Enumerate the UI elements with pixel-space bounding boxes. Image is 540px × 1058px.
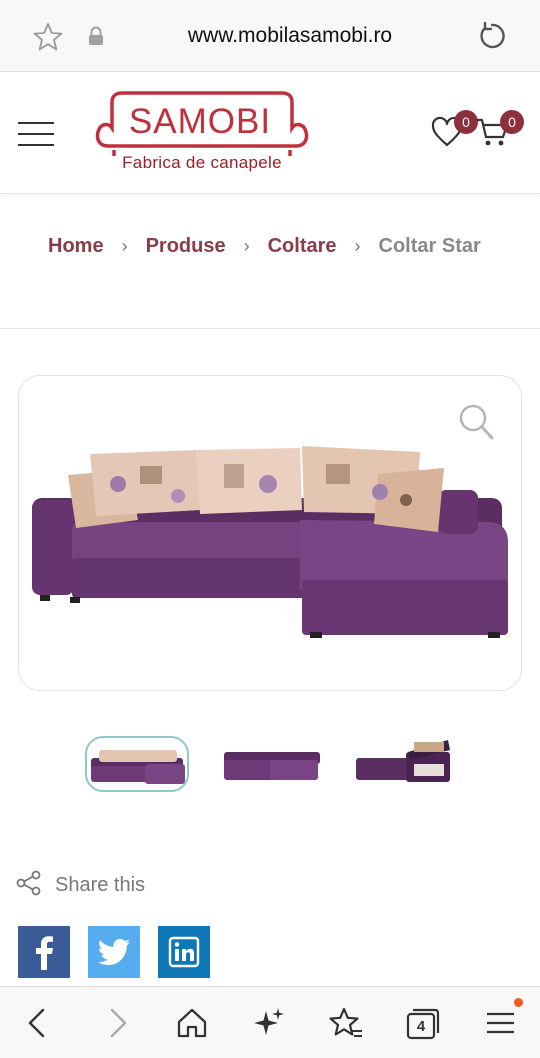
notification-dot bbox=[514, 998, 523, 1007]
breadcrumb-current: Coltar Star bbox=[378, 235, 481, 257]
breadcrumb-separator: › bbox=[243, 236, 250, 256]
linkedin-icon bbox=[168, 936, 200, 968]
browser-toolbar: 4 bbox=[0, 986, 540, 1058]
facebook-share-button[interactable] bbox=[18, 926, 70, 978]
thumbnail-sofa-front[interactable] bbox=[85, 736, 189, 792]
logo-title: SAMOBI bbox=[128, 102, 272, 141]
breadcrumb: Home › Produse › Coltare › Coltar Star bbox=[48, 228, 498, 265]
site-logo[interactable]: SAMOBI Fabrica de canapele bbox=[94, 90, 310, 174]
breadcrumb-coltare[interactable]: Coltare bbox=[268, 235, 337, 257]
twitter-share-button[interactable] bbox=[88, 926, 140, 978]
breadcrumb-separator: › bbox=[354, 236, 361, 256]
menu-icon[interactable] bbox=[483, 1005, 519, 1041]
share-icon[interactable] bbox=[16, 870, 42, 896]
breadcrumb-home[interactable]: Home bbox=[48, 235, 104, 257]
thumbnail-sofa-storage[interactable] bbox=[350, 736, 454, 792]
sparkle-icon[interactable] bbox=[251, 1005, 287, 1041]
tabs-button[interactable]: 4 bbox=[405, 1005, 441, 1041]
lock-icon bbox=[89, 26, 103, 45]
wishlist-count-badge: 0 bbox=[454, 110, 478, 134]
facebook-icon bbox=[36, 936, 53, 970]
share-section: Share this bbox=[16, 866, 316, 902]
product-sofa-image bbox=[32, 446, 508, 638]
search-icon[interactable] bbox=[458, 403, 494, 441]
forward-icon[interactable] bbox=[99, 1005, 135, 1041]
linkedin-share-button[interactable] bbox=[158, 926, 210, 978]
tab-count: 4 bbox=[416, 1018, 426, 1035]
breadcrumb-produse[interactable]: Produse bbox=[146, 235, 226, 257]
url-text[interactable]: www.mobilasamobi.ro bbox=[120, 24, 460, 48]
breadcrumb-separator: › bbox=[121, 236, 128, 256]
site-header: SAMOBI Fabrica de canapele 0 0 bbox=[0, 72, 540, 194]
back-icon[interactable] bbox=[20, 1005, 56, 1041]
thumbnail-sofa-bed[interactable] bbox=[218, 736, 322, 792]
star-icon[interactable] bbox=[33, 22, 63, 52]
twitter-icon bbox=[97, 938, 130, 965]
reload-icon[interactable] bbox=[476, 20, 508, 52]
hamburger-icon[interactable] bbox=[18, 122, 54, 146]
thumbnail-image bbox=[356, 740, 450, 782]
logo-subtitle: Fabrica de canapele bbox=[122, 153, 282, 172]
favorites-icon[interactable] bbox=[328, 1005, 364, 1041]
share-label: Share this bbox=[55, 874, 146, 896]
thumbnail-image bbox=[91, 750, 185, 784]
cart-count-badge: 0 bbox=[500, 110, 524, 134]
browser-url-bar: www.mobilasamobi.ro bbox=[0, 0, 540, 72]
thumbnail-image bbox=[224, 752, 320, 780]
divider bbox=[0, 328, 540, 329]
home-icon[interactable] bbox=[174, 1005, 210, 1041]
